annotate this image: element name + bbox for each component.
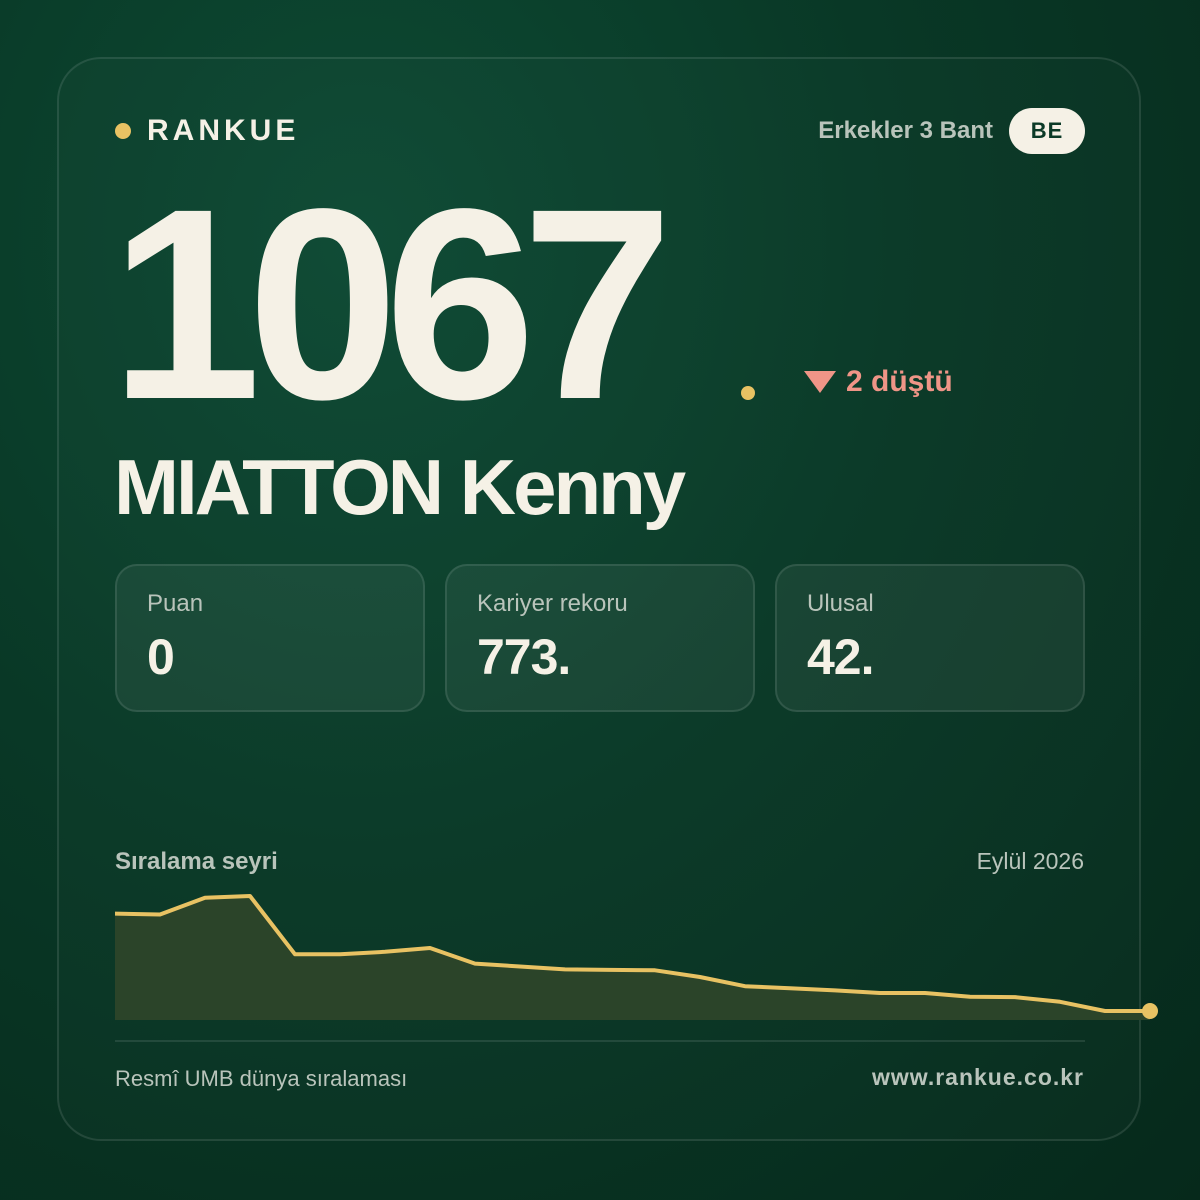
stat-value: 42. bbox=[807, 629, 875, 685]
chart-period: Eylül 2026 bbox=[976, 848, 1084, 874]
chart-title: Sıralama seyri bbox=[115, 848, 278, 875]
stat-card-national: Ulusal 42. bbox=[775, 564, 1085, 712]
player-name: MIATTON Kenny bbox=[114, 443, 686, 531]
brand: RANKUE bbox=[115, 112, 299, 150]
footer-divider bbox=[115, 1040, 1085, 1042]
stat-card-points: Puan 0 bbox=[115, 564, 425, 712]
ranking-trend-chart bbox=[115, 894, 1158, 1020]
chart-points bbox=[1142, 1003, 1158, 1019]
triangle-down-icon bbox=[804, 371, 836, 393]
stat-value: 0 bbox=[147, 629, 175, 685]
footer-url[interactable]: www.rankue.co.kr bbox=[872, 1064, 1084, 1091]
rank-change-text: 2 düştü bbox=[846, 365, 953, 398]
stat-value: 773. bbox=[477, 629, 571, 685]
stat-label: Puan bbox=[147, 590, 204, 617]
chart-area-fill bbox=[115, 896, 1150, 1020]
brand-name: RANKUE bbox=[147, 114, 300, 147]
stat-card-career-best: Kariyer rekoru 773. bbox=[445, 564, 755, 712]
stat-label: Ulusal bbox=[807, 590, 874, 617]
rank-dot-icon bbox=[741, 386, 755, 400]
rank-change: 2 düştü bbox=[804, 362, 953, 402]
brand-dot-icon bbox=[115, 123, 131, 139]
stat-label: Kariyer rekoru bbox=[477, 590, 628, 617]
chart-current-point bbox=[1142, 1003, 1158, 1019]
country-badge: BE bbox=[1009, 108, 1085, 154]
footer-source: Resmî UMB dünya sıralaması bbox=[115, 1066, 408, 1091]
world-rank: 1067 bbox=[110, 152, 673, 456]
category-label: Erkekler 3 Bant bbox=[818, 117, 993, 144]
